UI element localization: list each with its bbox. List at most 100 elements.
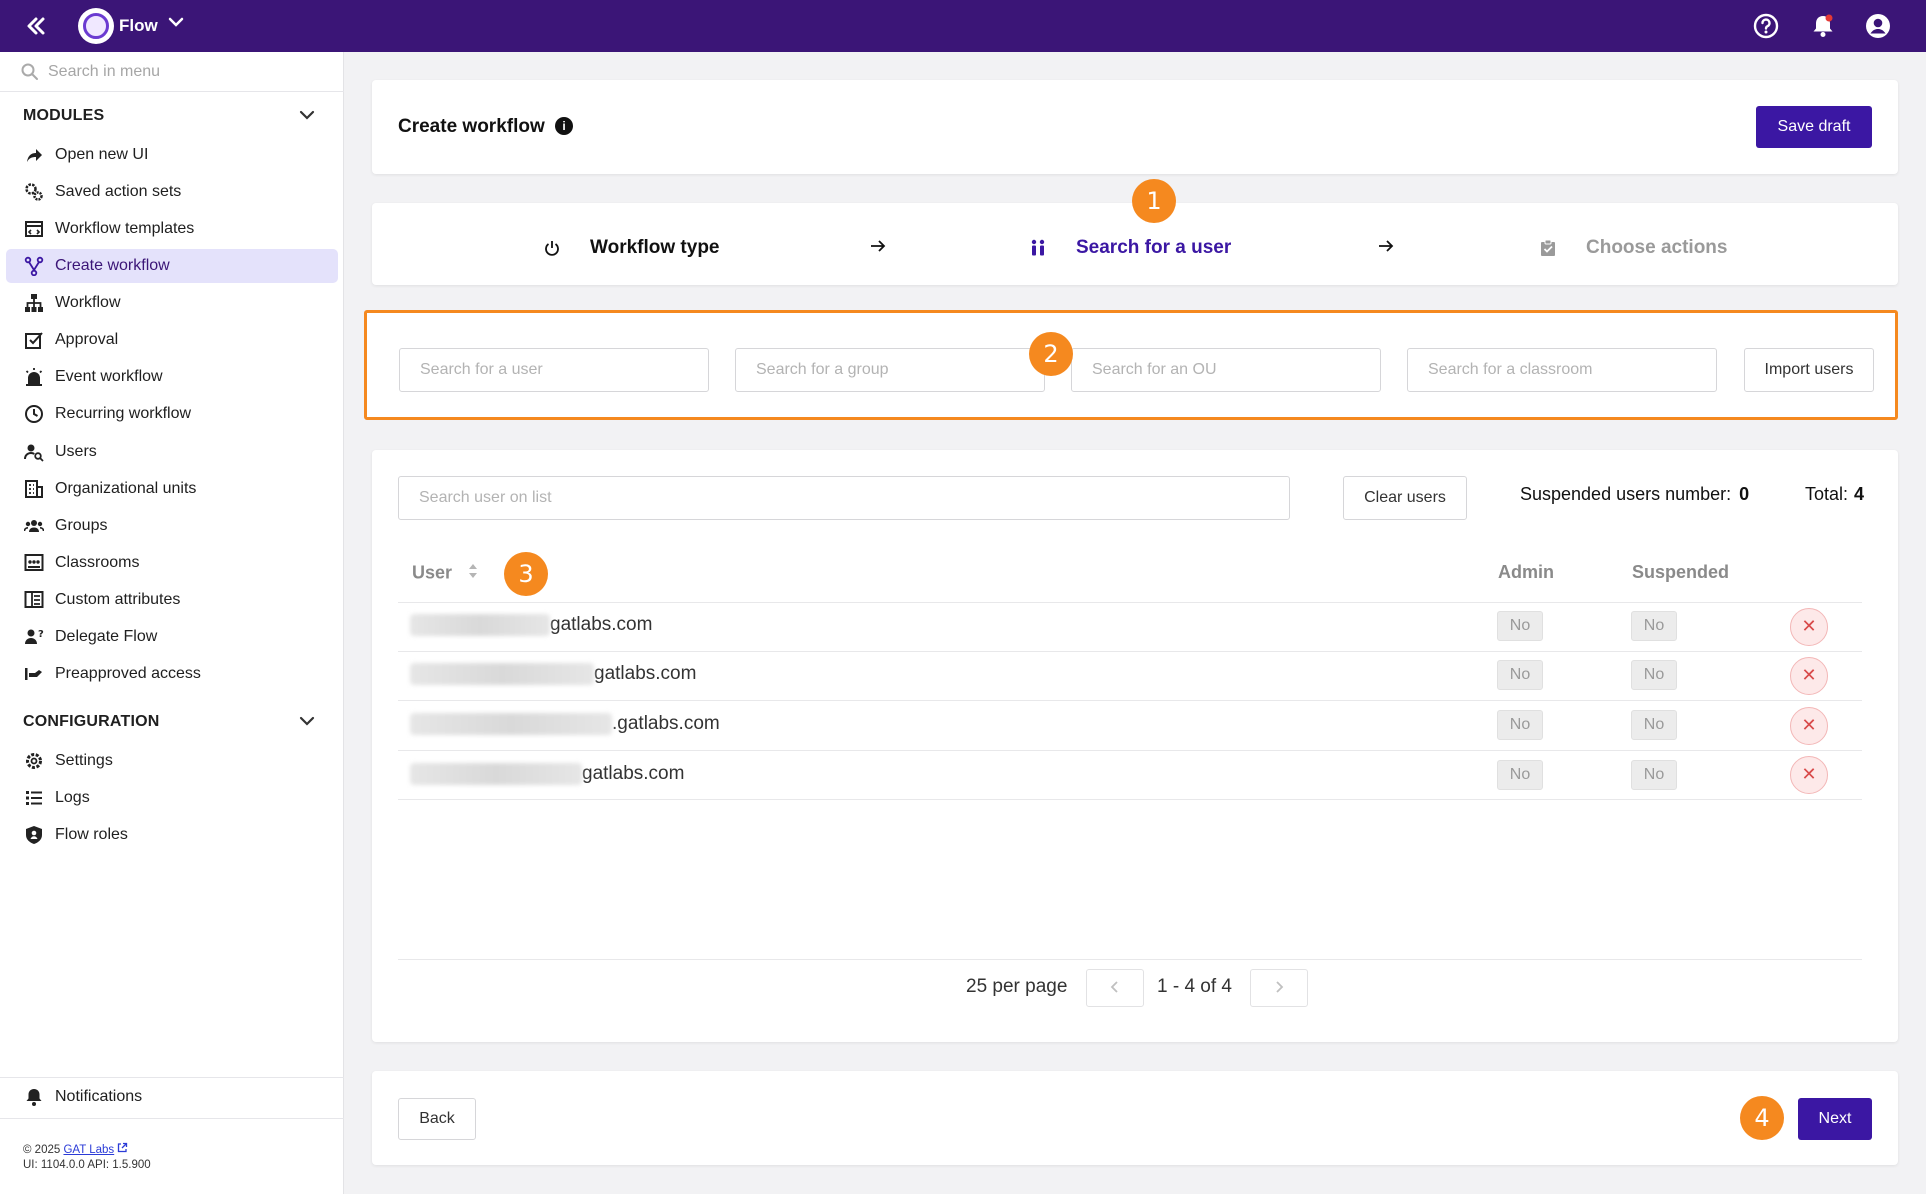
configuration-title: CONFIGURATION — [23, 713, 160, 730]
sidebar-item-classrooms[interactable]: Classrooms — [6, 546, 338, 580]
suspended-users-stat: Suspended users number: 0 — [1520, 484, 1749, 505]
search-user-on-list-input[interactable] — [398, 476, 1290, 520]
chevron-right-icon — [1273, 978, 1285, 998]
remove-user-button[interactable]: ✕ — [1790, 756, 1828, 794]
sidebar-item-workflow[interactable]: Workflow — [6, 286, 338, 320]
sidebar-item-label: Recurring workflow — [55, 405, 192, 422]
next-button[interactable]: Next — [1798, 1098, 1872, 1140]
sidebar-item-label: Approval — [55, 331, 119, 348]
sidebar-item-label: Notifications — [55, 1088, 143, 1105]
double-chevron-left-icon[interactable] — [22, 12, 50, 40]
remove-user-button[interactable]: ✕ — [1790, 657, 1828, 695]
info-icon[interactable]: i — [555, 117, 573, 135]
sidebar-item-preapproved-access[interactable]: Preapproved access — [6, 657, 338, 691]
sidebar-item-notifications[interactable]: Notifications — [6, 1080, 338, 1114]
sidebar-item-label: Preapproved access — [55, 665, 201, 682]
step-choose-actions[interactable]: Choose actions — [1538, 233, 1727, 263]
sidebar-item-settings[interactable]: Settings — [6, 744, 338, 778]
search-ou-input[interactable] — [1071, 348, 1381, 392]
back-button[interactable]: Back — [398, 1098, 476, 1140]
sidebar-item-custom-attributes[interactable]: Custom attributes — [6, 583, 338, 617]
step-label: Choose actions — [1586, 237, 1728, 258]
sidebar-item-label: Delegate Flow — [55, 628, 158, 645]
divider — [398, 651, 1862, 652]
remove-user-button[interactable]: ✕ — [1790, 608, 1828, 646]
save-draft-button[interactable]: Save draft — [1756, 106, 1872, 148]
suspended-count: 0 — [1739, 484, 1750, 504]
divider — [398, 602, 1862, 603]
step-workflow-type[interactable]: Workflow type — [542, 233, 720, 263]
sidebar-item-workflow-templates[interactable]: Workflow templates — [6, 212, 338, 246]
sidebar-item-organizational-units[interactable]: Organizational units — [6, 472, 338, 506]
workflow-branch-icon — [24, 256, 44, 277]
menu-search-input[interactable] — [48, 60, 328, 84]
user-email-suffix: gatlabs.com — [582, 763, 685, 784]
classroom-icon — [24, 553, 44, 573]
search-classroom-input[interactable] — [1407, 348, 1717, 392]
sidebar-item-users[interactable]: Users — [6, 435, 338, 469]
building-icon — [24, 479, 44, 499]
step-search-for-a-user[interactable]: Search for a user — [1028, 233, 1231, 263]
table-row-user: gatlabs.com — [410, 663, 696, 685]
import-users-button[interactable]: Import users — [1744, 348, 1874, 392]
sort-icon[interactable] — [467, 562, 479, 585]
top-bar: Flow — [0, 0, 1926, 52]
sidebar-item-delegate-flow[interactable]: ? Delegate Flow — [6, 620, 338, 654]
arrow-right-icon — [868, 236, 888, 256]
redacted-email — [410, 713, 612, 735]
user-question-icon: ? — [24, 627, 44, 647]
suspended-chip: No — [1631, 611, 1677, 641]
sidebar-item-approval[interactable]: Approval — [6, 323, 338, 357]
sidebar-item-recurring-workflow[interactable]: Recurring workflow — [6, 397, 338, 431]
column-label: User — [412, 562, 453, 583]
divider — [398, 959, 1862, 960]
sidebar-item-create-workflow[interactable]: Create workflow — [6, 249, 338, 283]
divider — [0, 1077, 344, 1078]
clear-users-button[interactable]: Clear users — [1343, 476, 1467, 520]
power-icon — [542, 238, 562, 258]
per-page-selector[interactable]: 25 per page — [966, 976, 1067, 998]
gear-icon — [24, 751, 44, 771]
search-icon — [20, 62, 40, 82]
user-email-suffix: gatlabs.com — [550, 614, 653, 635]
gat-labs-link[interactable]: GAT Labs — [63, 1144, 114, 1156]
prev-page-button[interactable] — [1086, 969, 1144, 1007]
divider — [0, 1118, 344, 1119]
suspended-chip: No — [1631, 660, 1677, 690]
search-user-input[interactable] — [399, 348, 709, 392]
sidebar-item-label: Workflow — [55, 294, 121, 311]
clipboard-icon — [1538, 238, 1558, 258]
sidebar-item-logs[interactable]: Logs — [6, 781, 338, 815]
account-icon[interactable] — [1864, 12, 1892, 40]
sidebar-item-open-new-ui[interactable]: Open new UI — [6, 138, 338, 172]
chevron-down-icon[interactable] — [166, 12, 186, 37]
configuration-section-header[interactable]: CONFIGURATION — [0, 706, 344, 738]
sidebar-item-label: Settings — [55, 752, 113, 769]
sidebar-item-label: Classrooms — [55, 554, 140, 571]
next-page-button[interactable] — [1250, 969, 1308, 1007]
redacted-email — [410, 663, 594, 685]
sidebar-item-flow-roles[interactable]: Flow roles — [6, 818, 338, 852]
flow-logo-icon[interactable] — [78, 8, 114, 44]
remove-user-button[interactable]: ✕ — [1790, 707, 1828, 745]
divider — [398, 750, 1862, 751]
step-label: Search for a user — [1076, 237, 1232, 258]
help-icon[interactable] — [1752, 12, 1780, 40]
sidebar-item-saved-action-sets[interactable]: Saved action sets — [6, 175, 338, 209]
sidebar-item-event-workflow[interactable]: Event workflow — [6, 360, 338, 394]
chevron-down-icon[interactable] — [296, 710, 318, 732]
bell-icon[interactable] — [1809, 12, 1837, 40]
list-icon — [24, 788, 44, 808]
modules-title: MODULES — [23, 107, 105, 124]
chevron-down-icon[interactable] — [296, 104, 318, 126]
modules-section-header[interactable]: MODULES — [0, 100, 344, 132]
sidebar-item-groups[interactable]: Groups — [6, 509, 338, 543]
header-card: Create workflow i Save draft — [372, 80, 1898, 174]
app-name[interactable]: Flow — [119, 16, 158, 36]
columns-icon — [24, 590, 44, 610]
suspended-chip: No — [1631, 760, 1677, 790]
column-header-user[interactable]: User — [412, 562, 479, 585]
search-group-input[interactable] — [735, 348, 1045, 392]
table-row-user: gatlabs.com — [410, 614, 652, 636]
preapproved-icon — [24, 664, 44, 684]
